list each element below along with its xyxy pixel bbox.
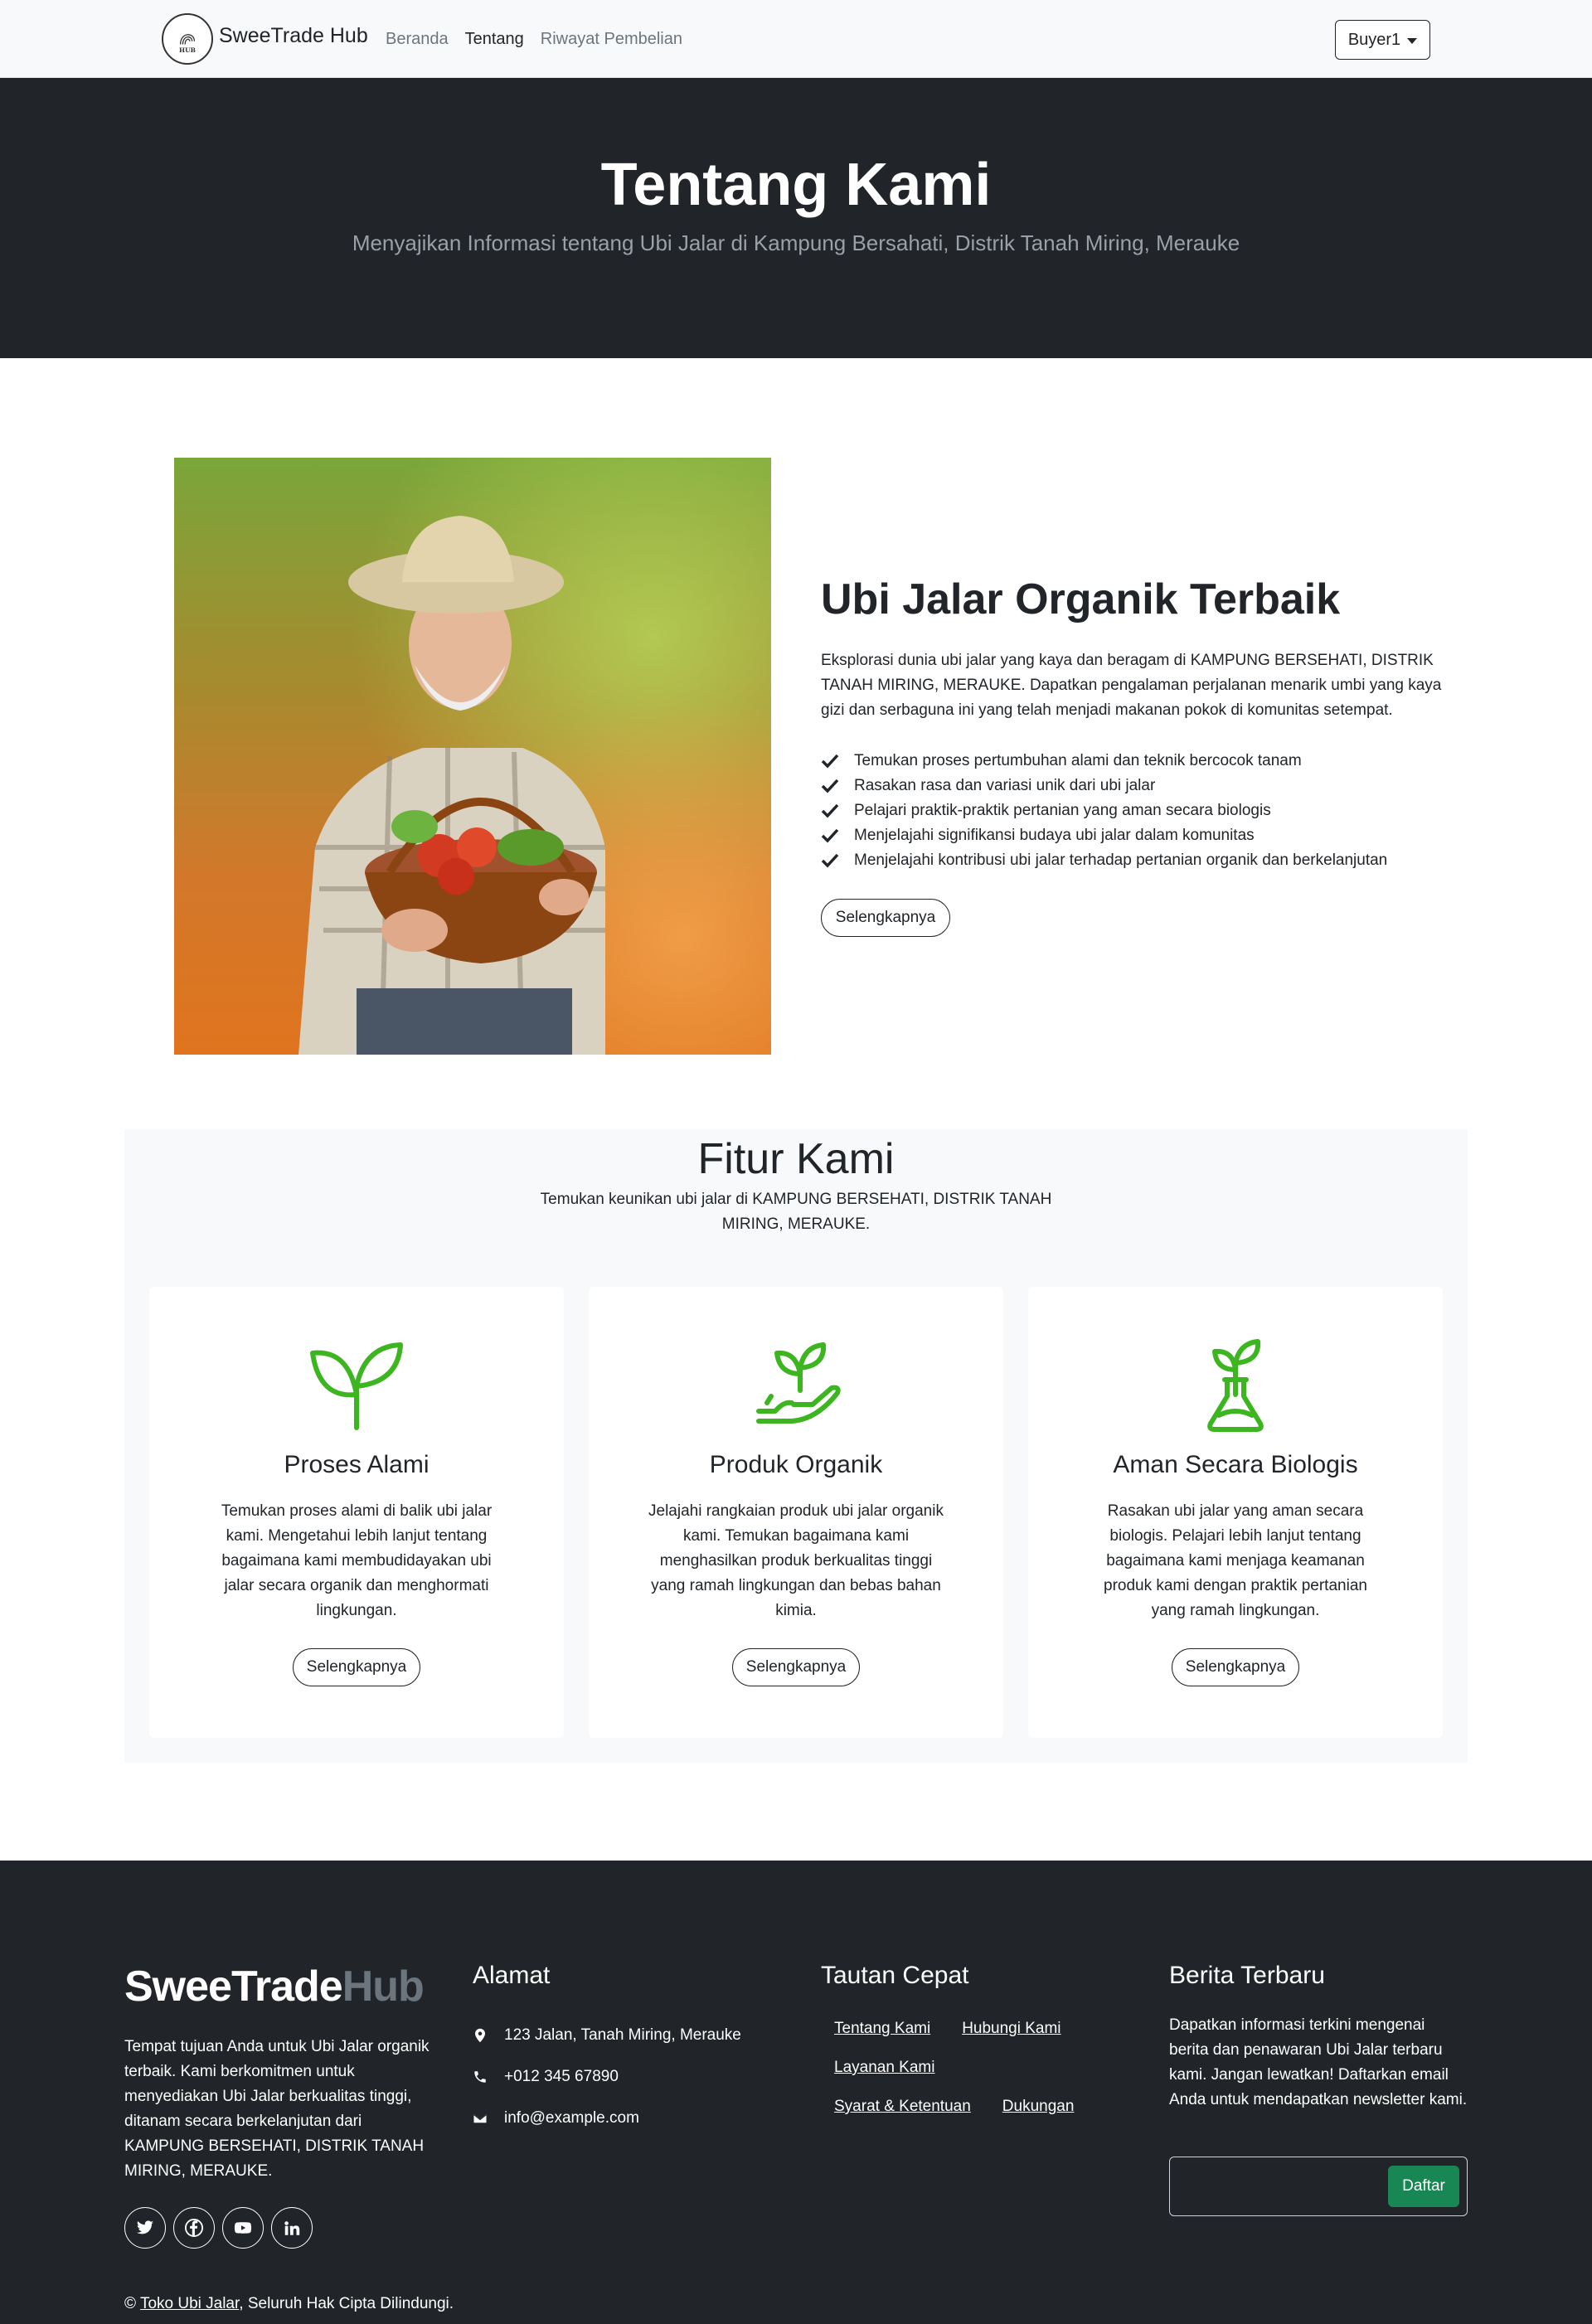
user-name: Buyer1 — [1347, 30, 1401, 49]
list-item-text: Menjelajahi kontribusi ubi jalar terhada… — [854, 851, 1388, 869]
about-description: Eksplorasi dunia ubi jalar yang kaya dan… — [821, 652, 1442, 719]
features-section: Fitur Kami Temukan keunikan ubi jalar di… — [124, 1129, 1468, 1763]
check-icon — [821, 779, 839, 793]
footer-about-text: Tempat tujuan Anda untuk Ubi Jalar organ… — [124, 2038, 430, 2180]
feature-card-text: Temukan proses alami di balik ubi jalar … — [221, 1502, 493, 1619]
check-icon — [821, 803, 839, 818]
feature-card-aman-secara-biologis: Aman Secara Biologis Rasakan ubi jalar y… — [1028, 1287, 1443, 1738]
map-pin-icon — [475, 2028, 485, 2043]
check-icon — [821, 853, 839, 868]
check-icon — [821, 754, 839, 769]
youtube-icon[interactable] — [222, 2207, 264, 2249]
feature-more-button[interactable]: Selengkapnya — [293, 1648, 420, 1686]
footer-logo[interactable]: SweeTradeHub — [124, 1962, 425, 2011]
features-title: Fitur Kami — [697, 1135, 895, 1183]
sprout-icon — [310, 1342, 403, 1430]
feature-card-text: Jelajahi rangkaian produk ubi jalar orga… — [648, 1502, 944, 1619]
feature-card-produk-organik: Produk Organik Jelajahi rangkaian produk… — [589, 1287, 1003, 1738]
hand-plant-icon — [756, 1342, 841, 1424]
copyright-symbol: © — [124, 2295, 136, 2312]
quick-links: Tentang Kami Hubungi Kami Layanan Kami S… — [834, 2020, 1074, 2137]
features-subtitle: Temukan keunikan ubi jalar di KAMPUNG BE… — [540, 1191, 1052, 1233]
user-dropdown-button[interactable]: Buyer1 — [1335, 20, 1430, 60]
about-title: Ubi Jalar Organik Terbaik — [821, 575, 1341, 623]
nav-links: Beranda Tentang Riwayat Pembelian — [386, 30, 682, 49]
footer-link-tentang-kami[interactable]: Tentang Kami — [834, 2020, 930, 2059]
feature-more-button[interactable]: Selengkapnya — [732, 1648, 860, 1686]
list-item-text: Temukan proses pertumbuhan alami dan tek… — [854, 752, 1302, 769]
footer-news-title: Berita Terbaru — [1169, 1962, 1325, 1989]
hero-section: Tentang Kami Menyajikan Informasi tentan… — [0, 78, 1592, 358]
copyright-link[interactable]: Toko Ubi Jalar — [140, 2295, 239, 2312]
feature-card-text: Rasakan ubi jalar yang aman secara biolo… — [1104, 1502, 1367, 1619]
feature-card-title: Proses Alami — [284, 1451, 430, 1478]
feature-card-title: Aman Secara Biologis — [1113, 1451, 1358, 1478]
linkedin-icon[interactable] — [271, 2207, 313, 2249]
footer-link-hubungi-kami[interactable]: Hubungi Kami — [962, 2020, 1061, 2059]
footer-address-title: Alamat — [473, 1962, 551, 1989]
list-item: Temukan proses pertumbuhan alami dan tek… — [821, 749, 1387, 774]
about-points-list: Temukan proses pertumbuhan alami dan tek… — [821, 749, 1387, 873]
footer-address-block: 123 Jalan, Tanah Miring, Merauke +012 34… — [473, 2015, 741, 2139]
check-icon — [821, 828, 839, 843]
brand-name[interactable]: SweeTrade Hub — [219, 24, 368, 48]
list-item-text: Menjelajahi signifikansi budaya ubi jala… — [854, 827, 1255, 844]
list-item: Rasakan rasa dan variasi unik dari ubi j… — [821, 774, 1387, 798]
list-item-text: Pelajari praktik-praktik pertanian yang … — [854, 802, 1271, 819]
feature-card-proses-alami: Proses Alami Temukan proses alami di bal… — [149, 1287, 564, 1738]
copyright: © Toko Ubi Jalar, Seluruh Hak Cipta Dili… — [124, 2295, 454, 2313]
svg-text:HUB: HUB — [179, 46, 196, 54]
caret-down-icon — [1407, 37, 1418, 44]
newsletter-subscribe-button[interactable]: Daftar — [1388, 2166, 1459, 2207]
phone-text: +012 345 67890 — [504, 2068, 619, 2085]
list-item: Menjelajahi kontribusi ubi jalar terhada… — [821, 848, 1387, 873]
footer-links-title: Tautan Cepat — [821, 1962, 969, 1989]
farmer-photo — [174, 458, 771, 1055]
page-title: Tentang Kami — [600, 152, 992, 218]
newsletter-email-input[interactable] — [1170, 2157, 1386, 2215]
address-row: 123 Jalan, Tanah Miring, Merauke — [473, 2015, 741, 2056]
phone-icon — [474, 2071, 486, 2083]
footer-link-layanan-kami[interactable]: Layanan Kami — [834, 2059, 934, 2098]
email-row: info@example.com — [473, 2098, 741, 2139]
newsletter-form: Daftar — [1169, 2157, 1468, 2216]
list-item-text: Rasakan rasa dan variasi unik dari ubi j… — [854, 777, 1156, 794]
footer-link-dukungan[interactable]: Dukungan — [1002, 2098, 1075, 2137]
footer-logo-main: SweeTrade — [124, 1963, 343, 2011]
nav-link-tentang[interactable]: Tentang — [465, 30, 524, 49]
nav-link-beranda[interactable]: Beranda — [386, 30, 449, 49]
feature-card-title: Produk Organik — [709, 1451, 883, 1478]
nav-link-riwayat-pembelian[interactable]: Riwayat Pembelian — [541, 30, 682, 49]
footer-logo-accent: Hub — [342, 1963, 425, 2011]
copyright-text: , Seluruh Hak Cipta Dilindungi. — [239, 2295, 454, 2312]
newsletter-description: Dapatkan informasi terkini mengenai beri… — [1169, 2016, 1468, 2108]
brand-logo[interactable]: HUB — [162, 13, 213, 65]
email-text: info@example.com — [504, 2109, 639, 2127]
twitter-icon[interactable] — [124, 2207, 166, 2249]
feature-more-button[interactable]: Selengkapnya — [1172, 1648, 1299, 1686]
address-text: 123 Jalan, Tanah Miring, Merauke — [504, 2026, 741, 2044]
list-item: Pelajari praktik-praktik pertanian yang … — [821, 798, 1387, 823]
facebook-icon[interactable] — [173, 2207, 215, 2249]
about-more-button[interactable]: Selengkapnya — [821, 899, 950, 937]
navbar: HUB SweeTrade Hub Beranda Tentang Riwaya… — [0, 0, 1592, 78]
social-links — [124, 2207, 313, 2249]
phone-row: +012 345 67890 — [473, 2056, 741, 2098]
flask-plant-icon — [1207, 1339, 1264, 1432]
footer: SweeTradeHub Tempat tujuan Anda untuk Ub… — [0, 1861, 1592, 2324]
list-item: Menjelajahi signifikansi budaya ubi jala… — [821, 823, 1387, 848]
page-subtitle: Menyajikan Informasi tentang Ubi Jalar d… — [352, 230, 1240, 255]
envelope-icon — [473, 2113, 487, 2123]
footer-link-syarat-ketentuan[interactable]: Syarat & Ketentuan — [834, 2098, 971, 2137]
